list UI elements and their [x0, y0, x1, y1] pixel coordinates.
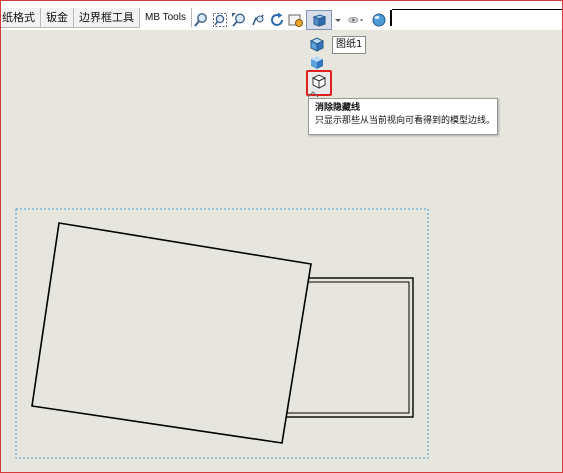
front-panel[interactable]	[31, 222, 312, 444]
drawing-canvas	[15, 208, 429, 459]
